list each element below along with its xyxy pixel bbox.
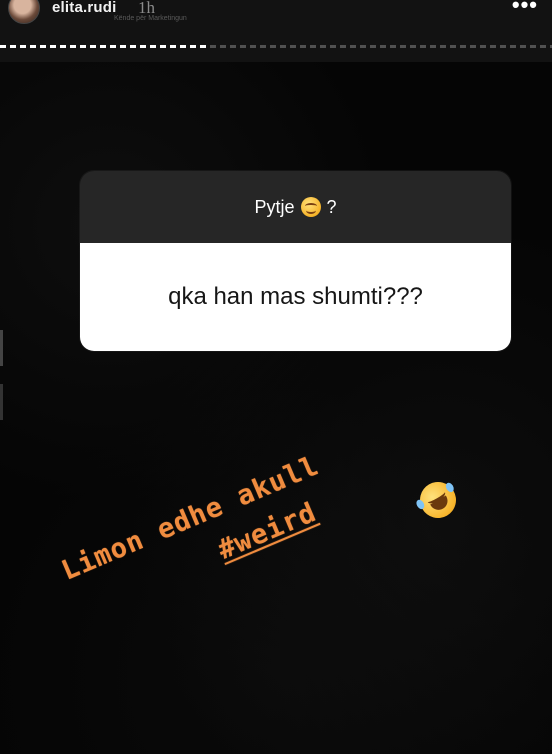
- tear-right: [444, 481, 456, 494]
- rolling-on-floor-laughing-icon: [413, 475, 463, 525]
- question-sticker-header: Pytje ?: [80, 171, 511, 243]
- tear-left: [414, 498, 426, 511]
- story-subtitle: Kënde për Marketingun: [114, 15, 187, 22]
- question-answer-text: qka han mas shumti???: [168, 283, 423, 310]
- username[interactable]: elita.rudi: [52, 0, 117, 16]
- progress-fill: [0, 45, 210, 48]
- avatar[interactable]: [8, 0, 40, 24]
- smiling-face-icon: [300, 197, 321, 217]
- question-title-suffix: ?: [326, 196, 337, 217]
- question-answer-box: qka han mas shumti???: [80, 243, 511, 351]
- edge-artifact: [0, 330, 3, 420]
- story-header: elita.rudi 1h Kënde për Marketingun •••: [0, 0, 552, 62]
- question-sticker[interactable]: Pytje ? qka han mas shumti???: [80, 171, 511, 351]
- more-horizontal-icon[interactable]: •••: [512, 0, 538, 16]
- question-title: Pytje: [254, 196, 295, 217]
- story-screen: elita.rudi 1h Kënde për Marketingun ••• …: [0, 0, 552, 754]
- story-progress-bar: [0, 45, 552, 48]
